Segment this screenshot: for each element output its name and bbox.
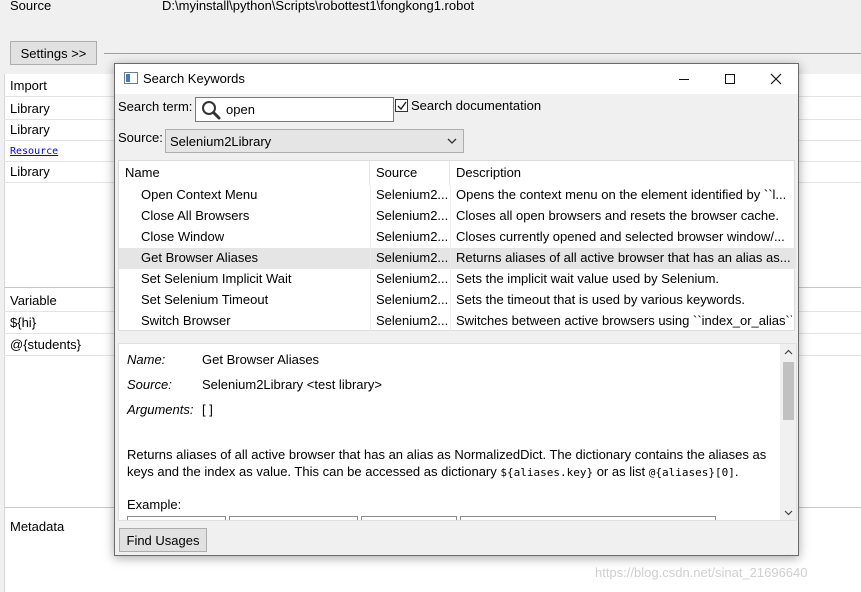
chevron-up-icon — [784, 349, 793, 355]
detail-source-value: Selenium2Library <test library> — [202, 377, 382, 392]
keyword-description-cell: Sets the implicit wait value used by Sel… — [456, 271, 720, 286]
keyword-source-cell: Selenium2... — [376, 292, 448, 307]
keyword-source-cell: Selenium2... — [376, 208, 448, 223]
source-filter-label: Source: — [118, 130, 163, 145]
search-term-label: Search term: — [118, 99, 193, 114]
library-label: Library — [10, 101, 50, 116]
detail-name-value: Get Browser Aliases — [202, 352, 320, 367]
doc-code: ${aliases.key} — [500, 466, 594, 479]
search-documentation-checkbox[interactable] — [395, 99, 408, 112]
keyword-name-cell: Switch Browser — [141, 313, 231, 328]
detail-documentation: Returns aliases of all active browser th… — [127, 446, 767, 481]
minimize-icon — [679, 78, 689, 80]
doc-text: or as list — [593, 464, 649, 479]
library-label: Library — [10, 164, 50, 179]
settings-button[interactable]: Settings >> — [10, 41, 97, 65]
detail-arguments-label: Arguments: — [127, 402, 194, 417]
watermark: https://blog.csdn.net/sinat_21696640 — [595, 565, 808, 580]
detail-example-label: Example: — [127, 497, 182, 512]
table-row[interactable]: Switch Browser Selenium2... Switches betwe… — [119, 311, 796, 332]
column-header-description[interactable]: Description — [450, 161, 796, 185]
keyword-description-cell: Opens the context menu on the element id… — [456, 187, 787, 202]
column-separator — [370, 185, 371, 332]
source-select-value: Selenium2Library — [170, 134, 272, 149]
keywords-table: Name Source Description Open Context Men… — [118, 160, 796, 332]
chevron-down-icon — [784, 510, 793, 516]
search-icon — [202, 101, 221, 120]
app-icon — [124, 72, 138, 84]
search-value: open — [226, 102, 255, 117]
title-bar[interactable]: Search Keywords — [115, 64, 798, 94]
metadata-header: Metadata — [10, 519, 65, 534]
search-documentation-label[interactable]: Search documentation — [411, 98, 541, 113]
scroll-up-button[interactable] — [780, 344, 796, 361]
scroll-thumb[interactable] — [783, 362, 794, 420]
example-cell — [127, 516, 226, 520]
source-select[interactable]: Selenium2Library — [165, 129, 464, 153]
keyword-name-cell: Close All Browsers — [141, 208, 250, 223]
library-label: Library — [10, 122, 50, 137]
minimize-button[interactable] — [661, 64, 707, 94]
example-cell — [229, 516, 358, 520]
column-header-source[interactable]: Source — [370, 161, 450, 185]
import-header: Import — [10, 78, 47, 93]
dialog-title: Search Keywords — [143, 71, 245, 86]
find-usages-button[interactable]: Find Usages — [119, 528, 207, 552]
column-separator — [450, 185, 451, 332]
chevron-down-icon — [447, 138, 457, 144]
source-label: Source — [10, 0, 52, 13]
settings-separator — [104, 53, 861, 54]
table-row[interactable]: Get Browser Aliases Selenium2... Returns a… — [119, 248, 796, 269]
keyword-name-cell: Get Browser Aliases — [141, 250, 259, 265]
maximize-button[interactable] — [707, 64, 753, 94]
detail-name-label: Name: — [127, 352, 166, 367]
column-header-name[interactable]: Name — [119, 161, 370, 185]
checkmark-icon — [397, 101, 407, 111]
close-icon — [770, 73, 782, 85]
table-row[interactable]: Set Selenium Timeout Selenium2... Sets the… — [119, 290, 796, 311]
keyword-description-cell: Returns aliases of all active browser th… — [456, 250, 791, 265]
table-row[interactable]: Close All Browsers Selenium2... Closes all… — [119, 206, 796, 227]
variable-label: @{students} — [10, 337, 82, 352]
table-row[interactable]: Set Selenium Implicit Wait Selenium2... Se… — [119, 269, 796, 290]
search-input[interactable]: open — [195, 97, 394, 122]
keyword-description-cell: Sets the timeout that is used by various… — [456, 292, 746, 307]
resource-link[interactable]: Resource — [10, 146, 58, 157]
keyword-source-cell: Selenium2... — [376, 187, 448, 202]
keyword-name-cell: Close Window — [141, 229, 225, 244]
source-path: D:\myinstall\python\Scripts\robottest1\f… — [162, 0, 475, 13]
variable-header: Variable — [10, 293, 57, 308]
close-button[interactable] — [753, 64, 799, 94]
keyword-source-cell: Selenium2... — [376, 229, 448, 244]
doc-code: @{aliases}[0] — [648, 466, 735, 479]
search-keywords-dialog: Search Keywords Search term: open Search… — [114, 63, 799, 556]
maximize-icon — [725, 74, 735, 84]
scroll-down-button[interactable] — [780, 504, 796, 520]
example-cell — [361, 516, 457, 520]
keyword-source-cell: Selenium2... — [376, 250, 448, 265]
example-cell — [460, 516, 716, 520]
details-scrollbar[interactable] — [780, 344, 796, 520]
table-row[interactable]: Open Context Menu Selenium2... Opens the c… — [119, 185, 796, 206]
keyword-name-cell: Set Selenium Implicit Wait — [141, 271, 292, 286]
keyword-source-cell: Selenium2... — [376, 313, 448, 328]
variable-label: ${hi} — [10, 315, 37, 330]
keyword-description-cell: Switches between active browsers using `… — [456, 313, 792, 328]
keyword-name-cell: Open Context Menu — [141, 187, 258, 202]
keyword-name-cell: Set Selenium Timeout — [141, 292, 269, 307]
detail-arguments-value: [ ] — [202, 402, 213, 417]
detail-source-label: Source: — [127, 377, 172, 392]
keyword-details: Name: Get Browser Aliases Source: Seleni… — [118, 343, 797, 521]
keyword-source-cell: Selenium2... — [376, 271, 448, 286]
keyword-description-cell: Closes all open browsers and resets the … — [456, 208, 779, 223]
keyword-description-cell: Closes currently opened and selected bro… — [456, 229, 785, 244]
doc-text: . — [734, 464, 739, 479]
table-row[interactable]: Close Window Selenium2... Closes currently… — [119, 227, 796, 248]
